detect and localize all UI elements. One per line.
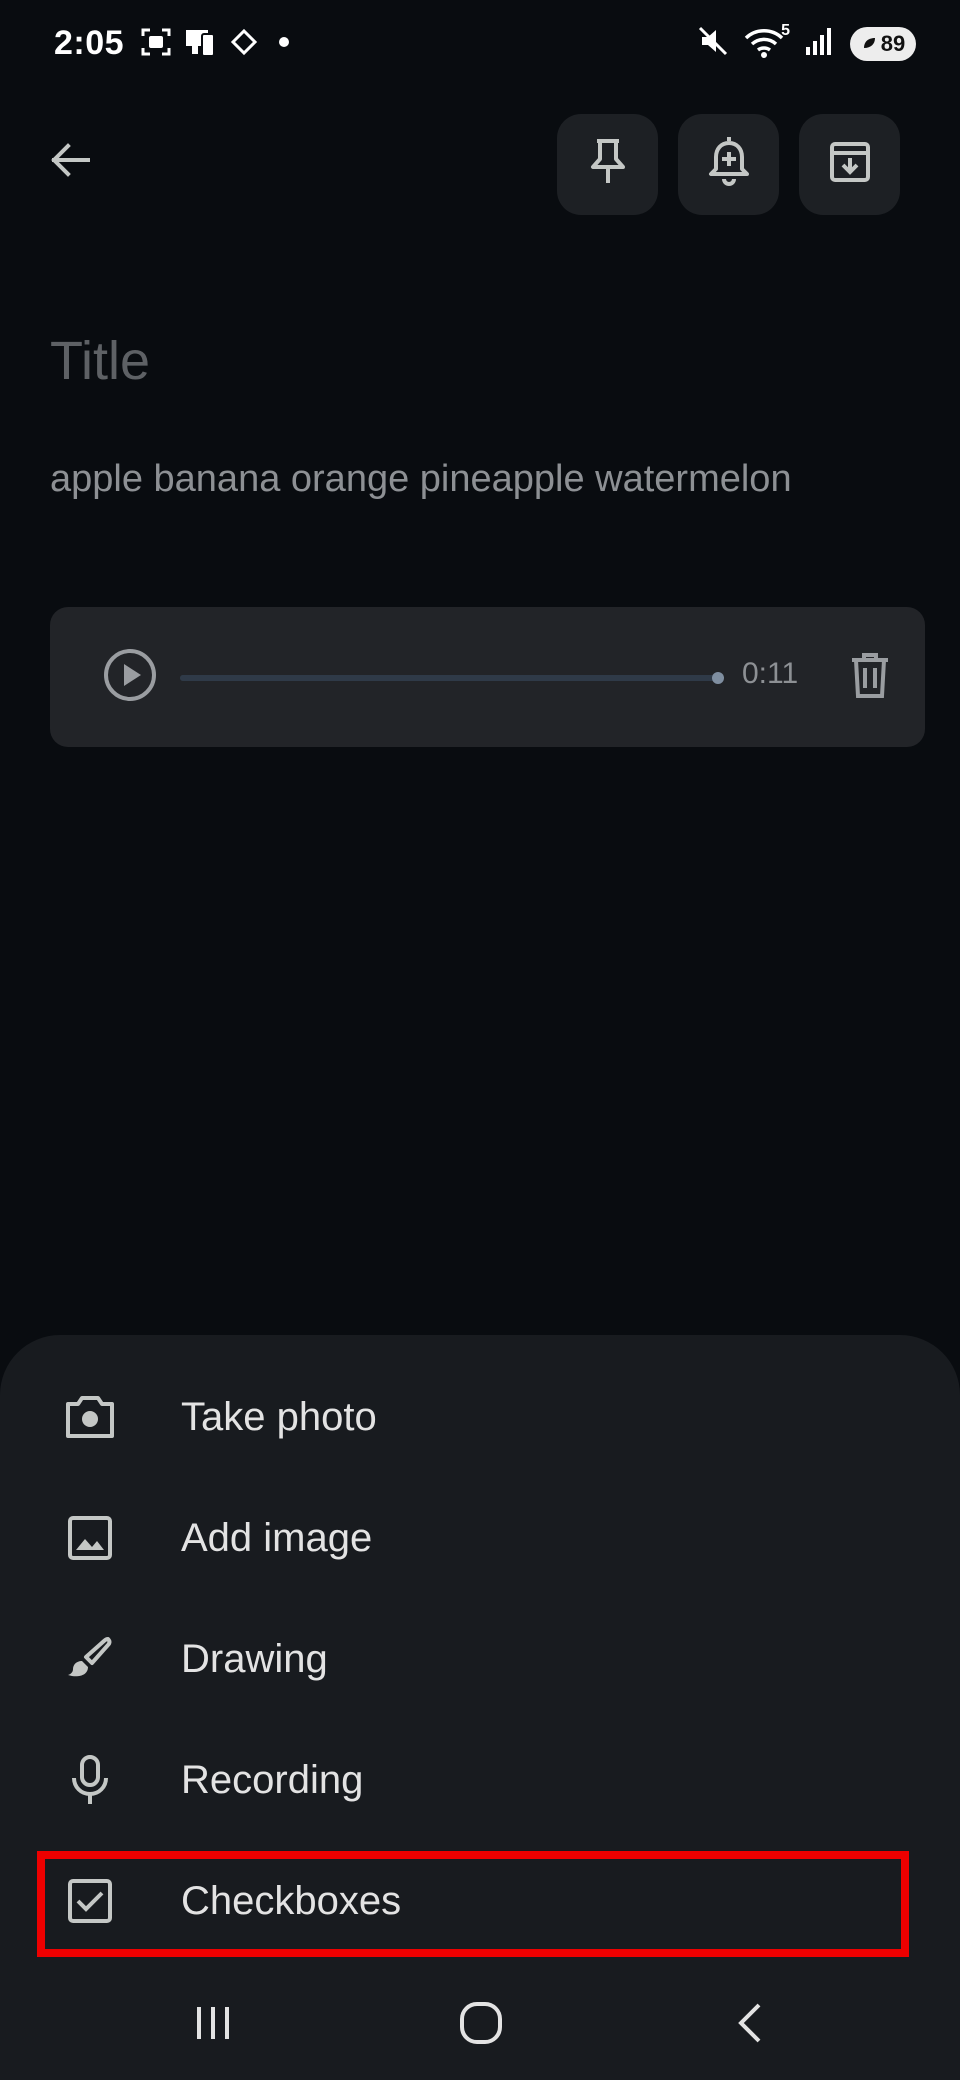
arrow-left-icon <box>48 138 92 187</box>
archive-button[interactable] <box>799 114 900 215</box>
status-time: 2:05 <box>54 24 125 62</box>
home-icon <box>458 2000 504 2051</box>
audio-progress-fill <box>180 672 724 684</box>
recent-apps-button[interactable] <box>158 1988 268 2062</box>
recording-label: Recording <box>181 1758 364 1802</box>
recording-option[interactable]: Recording <box>0 1718 960 1839</box>
wifi-icon: 5 <box>744 22 790 62</box>
checkboxes-option[interactable]: Checkboxes <box>0 1839 960 1960</box>
audio-clip: 0:11 <box>50 607 925 747</box>
add-image-label: Add image <box>181 1516 373 1560</box>
battery-indicator: 89 <box>850 26 916 61</box>
reminder-button[interactable] <box>678 114 779 215</box>
take-photo-label: Take photo <box>181 1395 377 1439</box>
microphone-icon <box>62 1752 118 1808</box>
audio-progress-track[interactable] <box>180 672 724 684</box>
add-image-option[interactable]: Add image <box>0 1476 960 1597</box>
note-title-input[interactable]: Title <box>50 330 150 392</box>
brush-icon <box>62 1631 118 1687</box>
screen: 2:05 5 89 Title apple banana orange pine… <box>0 0 960 2080</box>
device-connect-icon <box>184 26 218 63</box>
checkboxes-label: Checkboxes <box>181 1879 402 1923</box>
home-button[interactable] <box>426 1988 536 2062</box>
status-left-icons <box>140 26 298 63</box>
archive-icon <box>826 138 874 191</box>
status-bar: 2:05 5 89 <box>0 0 960 90</box>
drawing-option[interactable]: Drawing <box>0 1597 960 1718</box>
back-nav-icon <box>731 1999 771 2052</box>
camera-icon <box>62 1389 118 1445</box>
battery-level: 89 <box>880 30 906 56</box>
take-photo-option[interactable]: Take photo <box>0 1355 960 1476</box>
mute-icon <box>696 24 730 63</box>
recent-apps-icon <box>191 2003 235 2048</box>
back-nav-button[interactable] <box>696 1988 806 2062</box>
notification-dot-icon <box>270 28 298 61</box>
play-icon <box>102 647 158 708</box>
audio-duration: 0:11 <box>742 657 799 690</box>
diamond-icon <box>230 28 258 61</box>
trash-icon <box>848 651 892 704</box>
note-actions <box>557 114 900 215</box>
drawing-label: Drawing <box>181 1637 328 1681</box>
note-body-text[interactable]: apple banana orange pineapple watermelon <box>50 458 792 501</box>
play-button[interactable] <box>80 627 180 727</box>
audio-progress-handle[interactable] <box>712 672 724 684</box>
system-nav-bar <box>0 1970 960 2080</box>
delete-recording-button[interactable] <box>836 643 904 711</box>
back-button[interactable] <box>36 128 104 196</box>
battery-saver-icon <box>861 31 877 57</box>
image-icon <box>62 1510 118 1566</box>
reminder-bell-icon <box>706 137 752 192</box>
wifi-band-label: 5 <box>781 21 790 39</box>
pin-button[interactable] <box>557 114 658 215</box>
pin-icon <box>585 137 631 192</box>
screen-capture-icon <box>140 26 172 63</box>
signal-icon <box>804 25 836 62</box>
status-right-icons: 5 89 <box>696 22 916 63</box>
checkbox-icon <box>62 1873 118 1929</box>
